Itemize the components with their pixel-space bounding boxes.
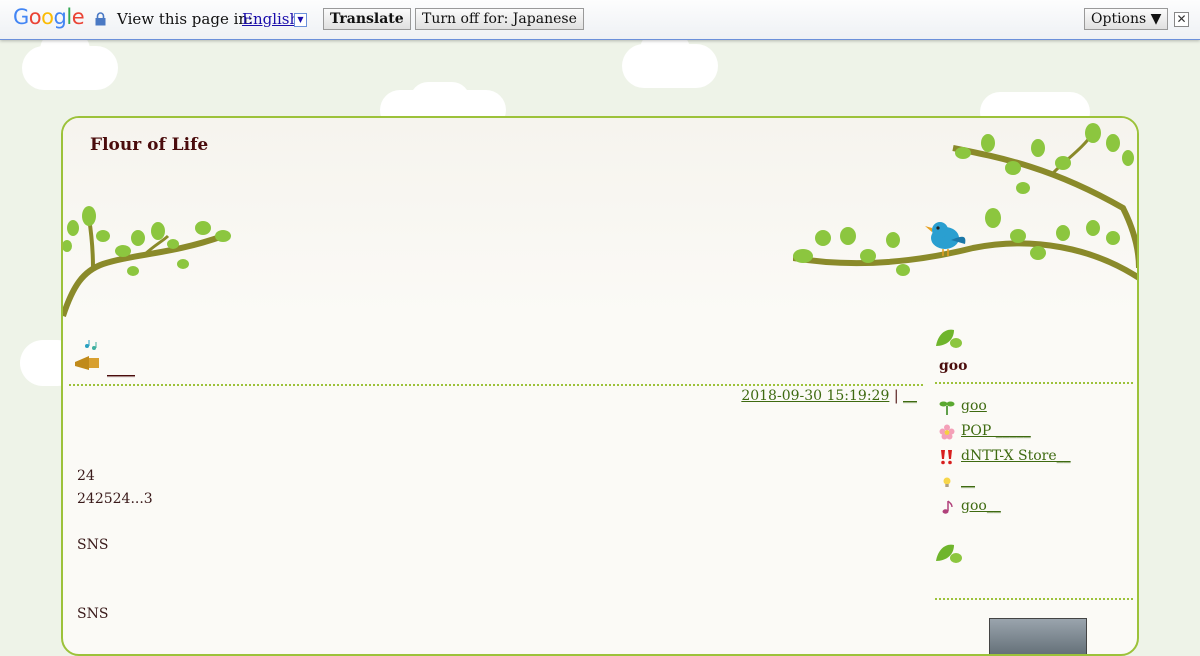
google-logo: Google xyxy=(13,5,85,29)
entry-text-line: 242524...3 xyxy=(77,491,153,507)
language-dropdown-icon[interactable]: ▼ xyxy=(294,13,307,27)
close-icon[interactable]: ✕ xyxy=(1174,12,1189,27)
sidebar-link-label[interactable]: dNTT-X Store__ xyxy=(961,448,1071,464)
translate-button[interactable]: Translate xyxy=(323,8,411,30)
blog-title[interactable]: Flour of Life xyxy=(90,135,208,155)
entry-category-link[interactable]: __ xyxy=(903,388,917,404)
leaf-icon xyxy=(936,329,962,348)
meta-separator: | xyxy=(893,388,899,404)
exclamation-icon xyxy=(941,450,952,465)
lock-icon xyxy=(95,12,106,26)
cloud-decoration xyxy=(410,82,470,118)
lightbulb-icon xyxy=(943,477,951,487)
entry-text-line: SNS xyxy=(77,606,109,622)
sidebar-title: goo xyxy=(939,358,968,374)
entry-meta: 2018-09-30 15:19:29 | __ xyxy=(741,388,917,404)
entry-datetime-link[interactable]: 2018-09-30 15:19:29 xyxy=(741,388,889,404)
sidebar-divider xyxy=(935,382,1133,384)
sidebar-link-label[interactable]: __ xyxy=(961,473,975,489)
flower-icon xyxy=(939,424,955,440)
sprout-icon xyxy=(939,401,955,415)
entry-header: ____ xyxy=(69,340,923,386)
megaphone-icon xyxy=(75,340,99,370)
sidebar-thumbnail[interactable] xyxy=(989,618,1087,654)
entry-text-line: SNS xyxy=(77,537,109,553)
right-branch-illustration xyxy=(793,123,1137,281)
entry-title[interactable]: ____ xyxy=(107,362,135,378)
blog-container: Flour of Life ____ 2018-09-30 15:19:29 |… xyxy=(61,116,1139,656)
translate-prompt: View this page in: xyxy=(117,10,254,28)
options-button[interactable]: Options ▼ xyxy=(1084,8,1169,30)
sidebar-link-label[interactable]: POP _____ xyxy=(961,423,1031,439)
sidebar-divider xyxy=(935,598,1133,600)
language-select[interactable]: English xyxy=(242,10,299,28)
sidebar-link-label[interactable]: goo__ xyxy=(961,498,1001,514)
turn-off-button[interactable]: Turn off for: Japanese xyxy=(415,8,584,30)
translate-bar: Google View this page in: English ▼ Tran… xyxy=(0,0,1200,40)
entry-text-line: 24 xyxy=(77,468,95,484)
leaf-icon xyxy=(936,544,962,563)
music-note-icon xyxy=(942,500,953,514)
sidebar-link-label[interactable]: goo xyxy=(961,398,987,414)
left-branch-illustration xyxy=(63,206,231,317)
